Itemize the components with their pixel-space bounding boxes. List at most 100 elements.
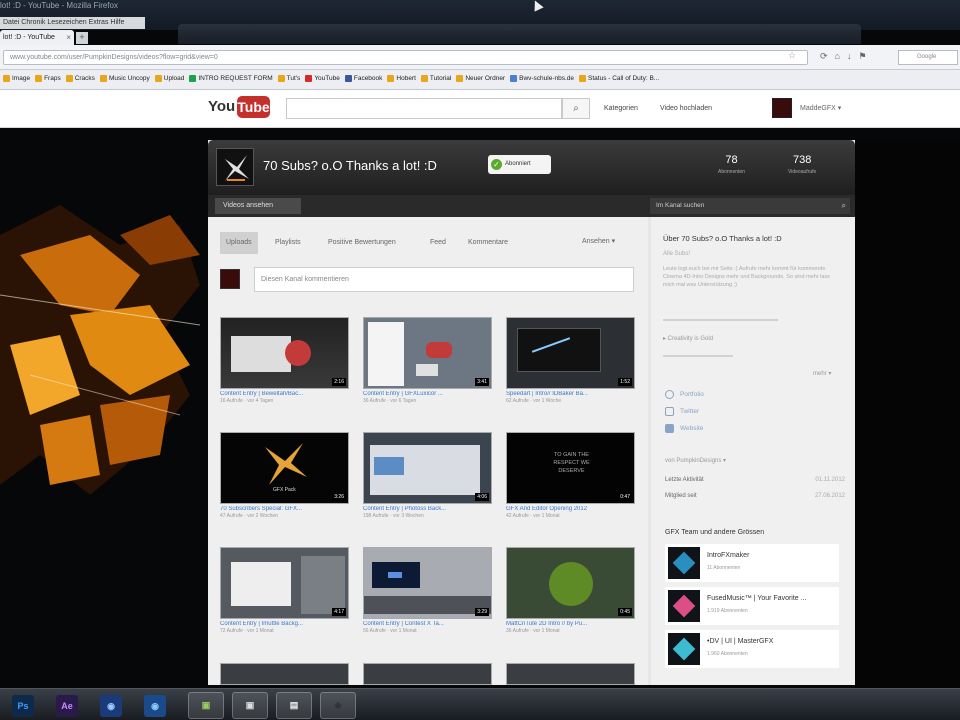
toolbar-icons[interactable]: ⟳⌂↓⚑ xyxy=(820,51,874,62)
video-title[interactable]: Content Entry | Beweltah/Bac... xyxy=(220,391,349,397)
bookmark-item[interactable]: Image xyxy=(3,75,30,82)
menu-bar[interactable]: Datei Chronik Lesezeichen Extras Hilfe xyxy=(0,17,145,29)
channel-avatar[interactable] xyxy=(668,633,700,665)
close-tab-icon[interactable]: × xyxy=(66,30,71,45)
channel-avatar[interactable] xyxy=(668,547,700,579)
comment-input[interactable]: Diesen Kanal kommentieren xyxy=(254,267,634,292)
show-more-link[interactable]: ▸ Creativity is Gold xyxy=(663,335,713,342)
video-thumbnail[interactable] xyxy=(363,663,492,685)
tab-uploads[interactable]: Uploads xyxy=(220,232,258,254)
featured-channel-subs: 1.960 Abonnenten xyxy=(707,651,748,657)
app-icon[interactable]: ▣ xyxy=(232,692,268,719)
bookmark-item[interactable]: YouTube xyxy=(305,75,340,82)
channel-avatar[interactable] xyxy=(668,590,700,622)
new-tab-button[interactable]: + xyxy=(76,32,88,44)
more-link[interactable]: mehr ▾ xyxy=(813,370,831,377)
featured-channel[interactable]: FusedMusic™ | Your Favorite ... 1.919 Abo… xyxy=(665,587,839,625)
video-card[interactable]: 3:41 Content Entry | GFXLuxicor ... 36 Auf… xyxy=(363,317,492,404)
video-card[interactable]: 2:16 Content Entry | Beweltah/Bac... 16 Au… xyxy=(220,317,349,404)
bookmark-item[interactable]: Status - Call of Duty: B... xyxy=(579,75,659,82)
video-thumbnail[interactable]: 3:41 xyxy=(363,317,492,389)
video-thumbnail[interactable]: 4:06 xyxy=(363,432,492,504)
video-title[interactable]: Content Entry | GFXLuxicor ... xyxy=(363,391,492,397)
search-icon[interactable]: ⌕ xyxy=(562,98,590,119)
search-input[interactable] xyxy=(286,98,562,119)
sort-dropdown[interactable]: Ansehen ▾ xyxy=(582,237,615,245)
window-title: lot! :D - YouTube - Mozilla Firefox xyxy=(0,1,118,10)
photoshop-icon[interactable]: Ps xyxy=(12,695,34,717)
bookmark-item[interactable]: Neuer Ordner xyxy=(456,75,505,82)
after-effects-icon[interactable]: Ae xyxy=(56,695,78,717)
search-icon[interactable]: ⌕ xyxy=(842,198,846,214)
bookmark-item[interactable]: Cracks xyxy=(65,75,95,82)
bookmark-item[interactable]: Upload xyxy=(154,75,184,82)
web-search-field[interactable]: Google xyxy=(898,50,958,65)
bookmark-item[interactable]: Hobert xyxy=(387,75,416,82)
video-card[interactable]: 3:29 Content Entry | Contest X Ta... 56 Au… xyxy=(363,547,492,634)
video-card[interactable]: 4:06 Content Entry | Photoss Back... 198 A… xyxy=(363,432,492,519)
tab-playlists[interactable]: Playlists xyxy=(275,232,301,254)
video-meta: 56 Aufrufe · vor 1 Monat xyxy=(363,628,417,634)
youtube-logo[interactable]: You Tube xyxy=(208,96,270,120)
video-card[interactable]: 4:17 Content Entry | Imuttle Backg... 72 A… xyxy=(220,547,349,634)
avatar[interactable] xyxy=(772,98,792,118)
video-thumbnail[interactable]: TO GAIN THE RESPECT WE DESERVE 0:47 xyxy=(506,432,635,504)
video-card-partial[interactable] xyxy=(363,663,492,685)
bookmark-item[interactable]: Music Uncopy xyxy=(99,75,150,82)
browser-tab[interactable]: lot! :D - YouTube × xyxy=(0,30,74,45)
video-thumbnail[interactable]: GFX Pack 3:26 xyxy=(220,432,349,504)
subscribed-button[interactable]: ✓ Abonniert xyxy=(488,155,551,174)
bookmark-item[interactable]: Tutorial xyxy=(420,75,451,82)
user-menu[interactable]: MaddeGFX ▾ xyxy=(800,104,841,112)
featured-channel-name[interactable]: FusedMusic™ | Your Favorite ... xyxy=(707,595,806,602)
video-title[interactable]: 70 Subscribers Special: GFX... xyxy=(220,506,349,512)
twitter-link[interactable]: Twitter xyxy=(665,407,699,416)
video-title[interactable]: Content Entry | Contest X Ta... xyxy=(363,621,492,627)
video-thumbnail[interactable]: 3:29 xyxy=(363,547,492,619)
media-icon[interactable]: ▣ xyxy=(188,692,224,719)
video-thumbnail[interactable] xyxy=(506,663,635,685)
tab-positive-ratings[interactable]: Positive Bewertungen xyxy=(328,232,396,254)
featured-channel[interactable]: IntroFXmaker 11 Abonnenten xyxy=(665,544,839,582)
upload-link[interactable]: Video hochladen xyxy=(660,105,712,112)
video-thumbnail[interactable]: 2:16 xyxy=(220,317,349,389)
video-title[interactable]: Content Entry | Imuttle Backg... xyxy=(220,621,349,627)
star-icon[interactable]: ☆ xyxy=(788,50,796,61)
firefox-icon[interactable]: ◉ xyxy=(100,695,122,717)
bookmark-item[interactable]: INTRO REQUEST FORM xyxy=(189,75,273,82)
website-link[interactable]: Website xyxy=(665,424,703,433)
tab-feed[interactable]: Feed xyxy=(430,232,446,254)
video-thumbnail[interactable] xyxy=(220,663,349,685)
video-card-partial[interactable] xyxy=(506,663,635,685)
video-card[interactable]: GFX Pack 3:26 70 Subscribers Special: GFX.… xyxy=(220,432,349,519)
channel-search-input[interactable]: Im Kanal suchen ⌕ xyxy=(650,198,850,214)
categories-link[interactable]: Kategorien xyxy=(604,105,638,112)
video-card-partial[interactable] xyxy=(220,663,349,685)
shield-icon[interactable]: ◈ xyxy=(320,692,356,719)
bookmark-item[interactable]: Fraps xyxy=(35,75,61,82)
video-thumbnail[interactable]: 1:52 xyxy=(506,317,635,389)
app-icon[interactable]: ▤ xyxy=(276,692,312,719)
bookmark-item[interactable]: Bwv-schule-nbs.de xyxy=(510,75,574,82)
video-thumbnail[interactable]: 0:45 xyxy=(506,547,635,619)
video-card[interactable]: TO GAIN THE RESPECT WE DESERVE 0:47 GFX And … xyxy=(506,432,635,519)
channel-owner[interactable]: von PumpkinDesigns ▾ xyxy=(665,457,726,464)
bookmark-item[interactable]: Tut's xyxy=(277,75,300,82)
featured-channel-name[interactable]: IntroFXmaker xyxy=(707,552,749,559)
video-card[interactable]: 1:52 Speedart | Intro// IDBaker Ba... 62 A… xyxy=(506,317,635,404)
featured-channel-name[interactable]: •DV | UI | MasterGFX xyxy=(707,638,773,645)
bookmark-item[interactable]: Facebook xyxy=(344,75,382,82)
ie-icon[interactable]: ◉ xyxy=(144,695,166,717)
channel-logo[interactable] xyxy=(216,148,254,186)
videos-button[interactable]: Videos ansehen xyxy=(215,198,301,214)
url-field[interactable]: www.youtube.com/user/PumpkinDesigns/vide… xyxy=(3,50,808,65)
video-thumbnail[interactable]: 4:17 xyxy=(220,547,349,619)
video-card[interactable]: 0:45 MattCnTute 2D Intro // by Pu... 36 Au… xyxy=(506,547,635,634)
video-title[interactable]: Speedart | Intro// IDBaker Ba... xyxy=(506,391,635,397)
video-title[interactable]: MattCnTute 2D Intro // by Pu... xyxy=(506,621,635,627)
portfolio-link[interactable]: Portfolio xyxy=(665,390,704,399)
video-title[interactable]: Content Entry | Photoss Back... xyxy=(363,506,492,512)
tab-comments[interactable]: Kommentare xyxy=(468,232,508,254)
featured-channel[interactable]: •DV | UI | MasterGFX 1.960 Abonnenten xyxy=(665,630,839,668)
video-title[interactable]: GFX And Editor Opening 2012 xyxy=(506,506,635,512)
